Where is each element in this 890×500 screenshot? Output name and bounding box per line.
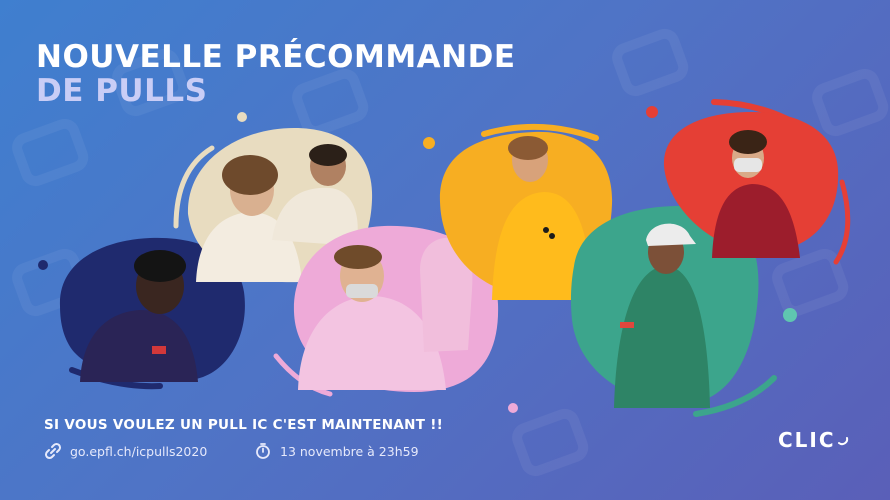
- red-dot: [646, 106, 658, 118]
- stopwatch-icon: [256, 443, 270, 459]
- teal-dot: [783, 308, 797, 322]
- pink-dot: [508, 403, 518, 413]
- link-icon: [44, 442, 62, 460]
- poster: NOUVELLE PRÉCOMMANDE DE PULLS SI VOUS VO…: [0, 0, 890, 500]
- link-info[interactable]: go.epfl.ch/icpulls2020: [44, 442, 207, 460]
- deadline-info: 13 novembre à 23h59: [254, 442, 419, 460]
- navy-dot: [38, 260, 48, 270]
- logo-arc-icon: [837, 437, 848, 446]
- red-arc-right: [833, 179, 851, 265]
- link-text[interactable]: go.epfl.ch/icpulls2020: [70, 444, 207, 459]
- deadline-text: 13 novembre à 23h59: [280, 443, 419, 459]
- cream-dot: [237, 112, 247, 122]
- clic-logo: CLIC: [778, 428, 849, 452]
- logo-text: CLIC: [778, 428, 836, 452]
- yellow-dot: [423, 137, 435, 149]
- tagline: SI VOUS VOULEZ UN PULL IC C'EST MAINTENA…: [44, 417, 444, 433]
